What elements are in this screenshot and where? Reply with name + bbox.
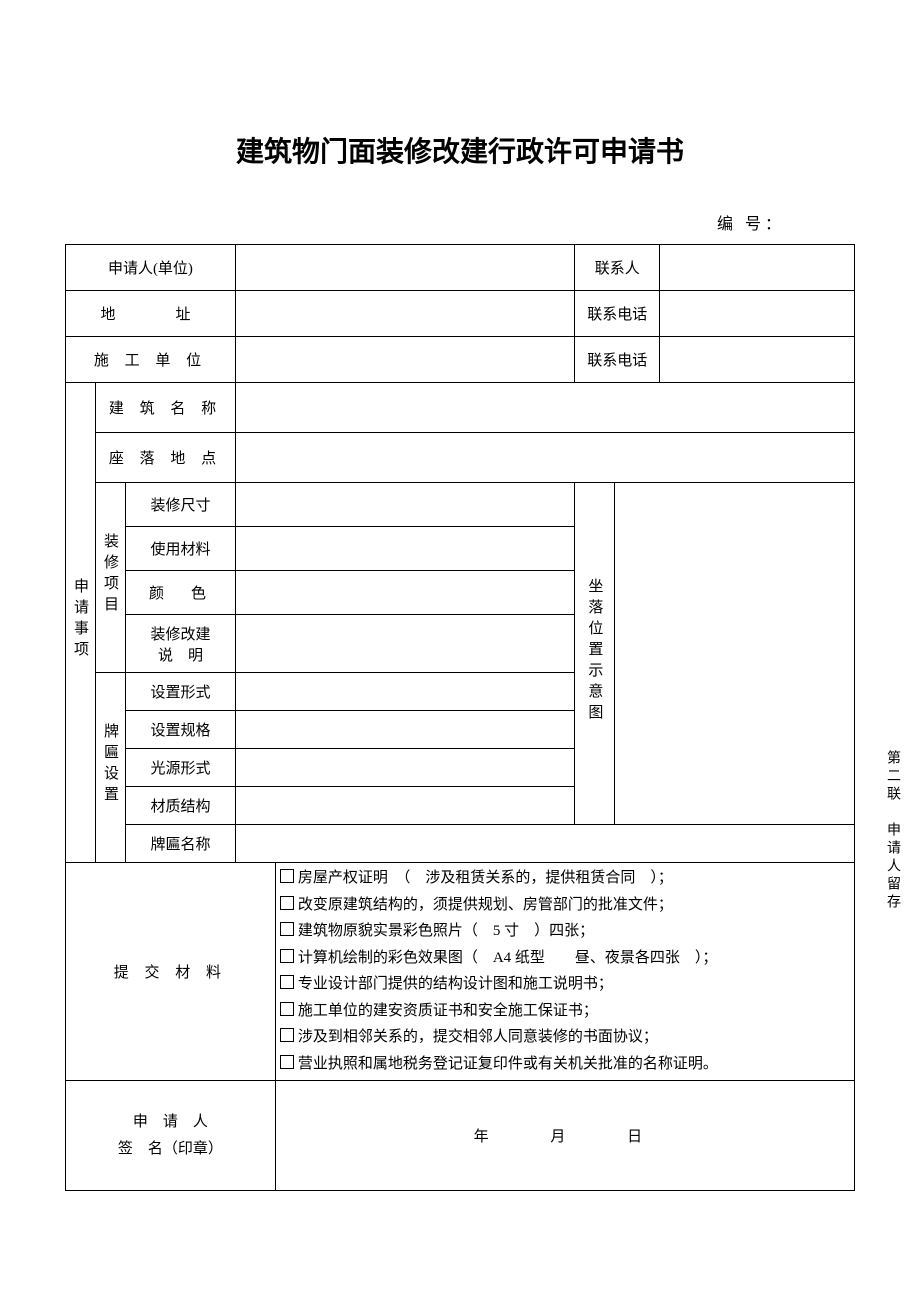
field-renov-desc[interactable] [235, 615, 574, 673]
field-phone[interactable] [660, 291, 855, 337]
document-title: 建筑物门面装修改建行政许可申请书 [45, 130, 875, 170]
signature-date-area[interactable]: 年 月 日 [275, 1081, 854, 1191]
materials-list-item: 专业设计部门提供的结构设计图和施工说明书； [280, 972, 850, 998]
field-materials-used[interactable] [235, 527, 574, 571]
label-set-form: 设置形式 [126, 673, 236, 711]
field-renov-size[interactable] [235, 483, 574, 527]
application-form-table: 申请人(单位) 联系人 地 址 联系电话 施 工 单 位 联系电话 申请事项 建… [65, 244, 855, 1191]
materials-list-item-text: 涉及到相邻关系的，提交相邻人同意装修的书面协议； [298, 1025, 658, 1051]
field-address[interactable] [235, 291, 574, 337]
label-materials-used: 使用材料 [126, 527, 236, 571]
field-applicant[interactable] [235, 245, 574, 291]
materials-list-item: 改变原建筑结构的，须提供规划、房管部门的批准文件； [280, 893, 850, 919]
materials-list-item: 涉及到相邻关系的，提交相邻人同意装修的书面协议； [280, 1025, 850, 1051]
checkbox-icon[interactable] [280, 896, 294, 910]
label-signboard-setup: 牌匾设置 [96, 673, 126, 863]
materials-list-item-text: 改变原建筑结构的，须提供规划、房管部门的批准文件； [298, 893, 673, 919]
label-color: 颜 色 [126, 571, 236, 615]
label-renov-desc: 装修改建 说 明 [126, 615, 236, 673]
label-submit-materials: 提 交 材 料 [66, 863, 276, 1081]
field-location[interactable] [235, 433, 854, 483]
label-building-name: 建 筑 名 称 [96, 383, 236, 433]
materials-list: 房屋产权证明 （ 涉及租赁关系的，提供租赁合同 ）；改变原建筑结构的，须提供规划… [275, 863, 854, 1081]
checkbox-icon[interactable] [280, 869, 294, 883]
materials-list-item-text: 房屋产权证明 （ 涉及租赁关系的，提供租赁合同 ）； [298, 866, 673, 892]
label-applicant: 申请人(单位) [66, 245, 236, 291]
label-builder: 施 工 单 位 [66, 337, 236, 383]
field-set-form[interactable] [235, 673, 574, 711]
side-note-copy-label: 第二联 申请人留存 [882, 750, 902, 912]
label-mat-struct: 材质结构 [126, 787, 236, 825]
field-building-name[interactable] [235, 383, 854, 433]
serial-number-label: 编 号： [45, 210, 875, 234]
checkbox-icon[interactable] [280, 949, 294, 963]
label-phone2: 联系电话 [575, 337, 660, 383]
field-sign-name[interactable] [235, 825, 854, 863]
label-set-spec: 设置规格 [126, 711, 236, 749]
materials-list-item: 施工单位的建安资质证书和安全施工保证书； [280, 999, 850, 1025]
checkbox-icon[interactable] [280, 975, 294, 989]
materials-list-item-text: 营业执照和属地税务登记证复印件或有关机关批准的名称证明。 [298, 1052, 718, 1078]
label-sign-name: 牌匾名称 [126, 825, 236, 863]
label-light-form: 光源形式 [126, 749, 236, 787]
checkbox-icon[interactable] [280, 1002, 294, 1016]
label-application-matters: 申请事项 [66, 383, 96, 863]
label-location: 座 落 地 点 [96, 433, 236, 483]
field-builder[interactable] [235, 337, 574, 383]
label-renov-size: 装修尺寸 [126, 483, 236, 527]
checkbox-icon[interactable] [280, 1055, 294, 1069]
materials-list-item: 建筑物原貌实景彩色照片（ 5 寸 ）四张； [280, 919, 850, 945]
materials-list-item-text: 计算机绘制的彩色效果图（ A4 纸型 昼、夜景各四张 ）； [298, 946, 718, 972]
field-color[interactable] [235, 571, 574, 615]
field-light-form[interactable] [235, 749, 574, 787]
materials-list-item: 营业执照和属地税务登记证复印件或有关机关批准的名称证明。 [280, 1052, 850, 1078]
checkbox-icon[interactable] [280, 922, 294, 936]
label-address: 地 址 [66, 291, 236, 337]
field-location-diagram[interactable] [615, 483, 855, 825]
materials-list-item-text: 专业设计部门提供的结构设计图和施工说明书； [298, 972, 613, 998]
label-renovation-project: 装修项目 [96, 483, 126, 673]
field-contact[interactable] [660, 245, 855, 291]
field-phone2[interactable] [660, 337, 855, 383]
label-applicant-signature: 申 请 人 签 名（印章） [66, 1081, 276, 1191]
materials-list-item: 计算机绘制的彩色效果图（ A4 纸型 昼、夜景各四张 ）； [280, 946, 850, 972]
label-location-diagram: 坐落位置示意图 [575, 483, 615, 825]
field-set-spec[interactable] [235, 711, 574, 749]
checkbox-icon[interactable] [280, 1028, 294, 1042]
materials-list-item-text: 建筑物原貌实景彩色照片（ 5 寸 ）四张； [298, 919, 594, 945]
label-phone: 联系电话 [575, 291, 660, 337]
label-contact: 联系人 [575, 245, 660, 291]
materials-list-item-text: 施工单位的建安资质证书和安全施工保证书； [298, 999, 598, 1025]
materials-list-item: 房屋产权证明 （ 涉及租赁关系的，提供租赁合同 ）； [280, 866, 850, 892]
field-mat-struct[interactable] [235, 787, 574, 825]
